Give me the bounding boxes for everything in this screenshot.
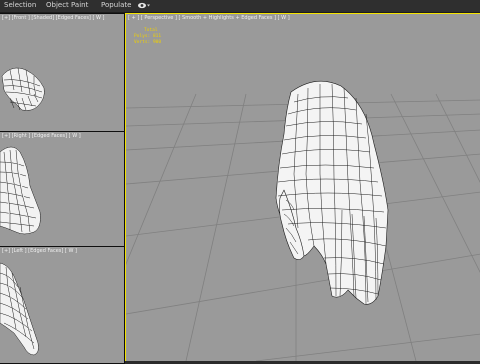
viewport-left[interactable]: [+] [Left ] [Edged Faces] [ W ] [0, 246, 125, 364]
menu-item-object-paint[interactable]: Object Paint [46, 1, 88, 9]
hand-mesh-left [0, 262, 39, 356]
hand-mesh-right [0, 146, 41, 235]
toggle-icon[interactable] [137, 2, 151, 9]
viewport-perspective[interactable]: [ + ] [ Perspective ] [ Smooth + Highlig… [125, 13, 480, 361]
menu-bar: Selection Object Paint Populate [0, 0, 480, 13]
hand-mesh-front [1, 67, 45, 111]
menu-item-populate[interactable]: Populate [101, 1, 131, 9]
menu-item-selection[interactable]: Selection [4, 1, 36, 9]
viewport-right[interactable]: [+] [Right ] [Edged Faces] [ W ] [0, 131, 125, 247]
hand-mesh-perspective [275, 80, 389, 305]
viewport-front[interactable]: [+] [Front ] [Shaded] [Edged Faces] [ W … [0, 13, 125, 132]
